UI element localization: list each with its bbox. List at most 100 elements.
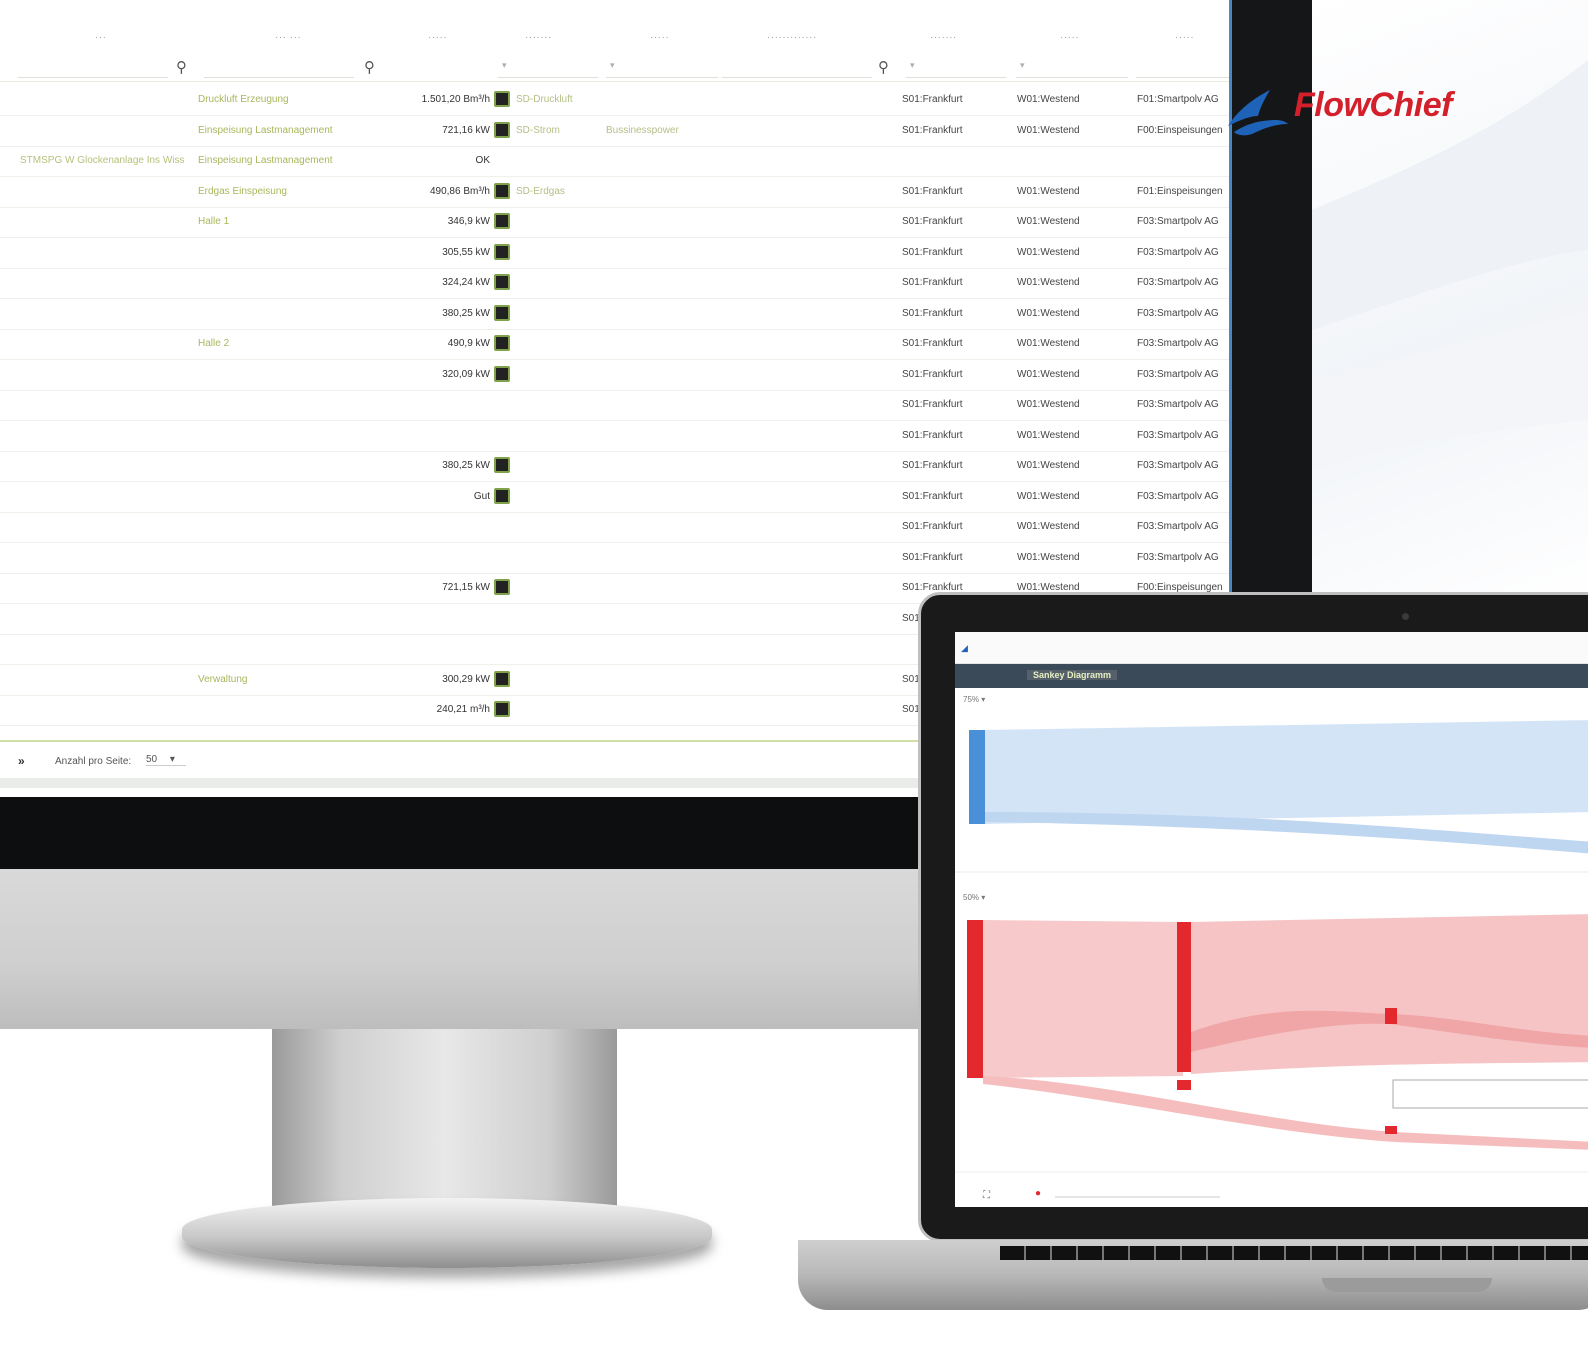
search-icon[interactable]: ⚲ <box>878 58 889 76</box>
row-company: F03:Smartpolv AG <box>1137 551 1219 563</box>
table-row[interactable]: Halle 1 346,9 kW S01:Frankfurt W01:Westend F… <box>0 208 1229 238</box>
sankey-node-blue[interactable] <box>969 730 985 824</box>
filter-select-company[interactable] <box>1136 60 1229 78</box>
sankey-node-red[interactable] <box>1177 1080 1191 1090</box>
row-value: 300,29 kW <box>442 673 490 685</box>
table-row[interactable]: S01:Frankfurt W01:Westend F03:Smartpolv AG <box>0 391 1229 421</box>
row-location: S01:Frankfurt <box>902 521 963 532</box>
table-row[interactable]: STMSPG W Glockenanlage Ins Wiss Einspeisu… <box>0 147 1229 177</box>
row-location: S01:Frankfurt <box>902 307 963 319</box>
filter-input-name[interactable] <box>204 60 354 78</box>
row-location: S01:Frankfurt <box>902 246 963 258</box>
row-area: W01:Westend <box>1017 490 1080 502</box>
next-page-icon[interactable]: » <box>18 754 25 768</box>
table-row[interactable]: Druckluft Erzeugung 1.501,20 Bm³/h SD-Druc… <box>0 86 1229 116</box>
row-value: 721,15 kW <box>442 582 490 593</box>
search-icon[interactable]: ⚲ <box>176 58 187 76</box>
device-icon <box>494 579 510 595</box>
filter-select-device[interactable]: ▾ <box>498 60 598 78</box>
search-icon[interactable]: ⚲ <box>364 58 375 76</box>
column-header[interactable]: ····· <box>1175 32 1194 43</box>
row-name[interactable]: Einspeisung Lastmanagement <box>198 155 333 166</box>
device-icon <box>494 670 510 687</box>
row-company: F03:Smartpolv AG <box>1137 399 1219 410</box>
column-header[interactable]: ··· <box>95 32 107 43</box>
laptop-keyboard <box>1000 1246 1588 1260</box>
device-icon <box>494 213 510 229</box>
filter-select-area[interactable]: ▾ <box>1016 60 1128 78</box>
row-value: 490,9 kW <box>447 338 490 349</box>
page-size-select[interactable]: 50 ▾ <box>146 754 186 766</box>
sankey-node-red[interactable] <box>1177 922 1191 1072</box>
page-size-value: 50 <box>146 754 158 765</box>
row-location: S01:Frankfurt <box>902 460 963 471</box>
row-area: W01:Westend <box>1017 551 1080 563</box>
table-row[interactable]: 305,55 kW S01:Frankfurt W01:Westend F03:Sma… <box>0 239 1229 269</box>
table-row[interactable]: Einspeisung Lastmanagement 721,16 kW SD-St… <box>0 117 1229 147</box>
row-location: S01:Frankfurt <box>902 490 963 502</box>
sankey-node-red[interactable] <box>1385 1008 1397 1024</box>
filter-row: ⚲ ⚲ ▾ ▾ ⚲ ▾ ▾ <box>0 56 1229 82</box>
row-location: S01:Frankfurt <box>902 399 963 410</box>
table-row[interactable]: 320,09 kW S01:Frankfurt W01:Westend F03:Sma… <box>0 361 1229 391</box>
laptop-tab-bar: Sankey Diagramm <box>955 664 1588 688</box>
row-device[interactable]: SD-Erdgas <box>516 186 565 197</box>
row-company: F03:Smartpolv AG <box>1137 277 1219 288</box>
table-row[interactable]: S01:Frankfurt W01:Westend F03:Smartpolv AG <box>0 513 1229 543</box>
column-header[interactable]: ······· <box>930 32 957 43</box>
row-company: F00:Einspeisungen <box>1137 124 1223 136</box>
sankey-node-red[interactable] <box>1385 1126 1397 1134</box>
column-header[interactable]: ··· ··· <box>275 32 301 43</box>
laptop-camera <box>1402 613 1409 620</box>
row-company: F03:Smartpolv AG <box>1137 246 1219 258</box>
sankey-node-red[interactable] <box>967 920 983 1078</box>
device-icon <box>494 335 510 351</box>
row-name[interactable]: Einspeisung Lastmanagement <box>198 125 333 136</box>
table-row[interactable]: 380,25 kW S01:Frankfurt W01:Westend F03:Sma… <box>0 300 1229 330</box>
row-area: W01:Westend <box>1017 399 1080 410</box>
row-area: W01:Westend <box>1017 246 1080 258</box>
column-header[interactable]: ············· <box>767 32 817 43</box>
row-area: W01:Westend <box>1017 429 1080 441</box>
fit-screen-icon[interactable]: ⛶ <box>982 1190 991 1201</box>
annotation-icon[interactable]: ● <box>1035 1188 1041 1199</box>
row-value: 380,25 kW <box>442 307 490 319</box>
row-area: W01:Westend <box>1017 185 1080 197</box>
table-row[interactable]: S01:Frankfurt W01:Westend F03:Smartpolv AG <box>0 422 1229 452</box>
row-value: Gut <box>473 490 490 502</box>
table-row[interactable]: S01:Frankfurt W01:Westend F03:Smartpolv AG <box>0 544 1229 574</box>
table-row[interactable]: 324,24 kW S01:Frankfurt W01:Westend F03:Sma… <box>0 269 1229 299</box>
column-header[interactable]: ······· <box>525 32 552 43</box>
table-row[interactable]: Erdgas Einspeisung 490,86 Bm³/h SD-Erdgas S… <box>0 178 1229 208</box>
device-icon <box>494 91 510 107</box>
row-name[interactable]: Druckluft Erzeugung <box>198 94 289 105</box>
column-header[interactable]: ····· <box>650 32 669 43</box>
row-name[interactable]: Verwaltung <box>198 674 247 685</box>
filter-select-type[interactable]: ▾ <box>606 60 718 78</box>
tab-sankey[interactable]: Sankey Diagramm <box>1027 670 1118 680</box>
filter-select-location[interactable]: ▾ <box>906 60 1006 78</box>
row-type[interactable]: Bussinesspower <box>606 125 679 136</box>
column-header[interactable]: ····· <box>428 32 447 43</box>
row-name[interactable]: Halle 1 <box>198 216 229 227</box>
row-value: 721,16 kW <box>442 124 490 136</box>
row-id: STMSPG W Glockenanlage Ins Wiss <box>20 155 185 166</box>
row-value: 324,24 kW <box>442 277 490 288</box>
sankey-diagram: 50% ▾ ⛶ ● <box>955 720 1588 1201</box>
table-row[interactable]: Gut S01:Frankfurt W01:Westend F03:Smartpolv… <box>0 483 1229 513</box>
filter-input-id[interactable] <box>18 60 168 78</box>
filter-input-process[interactable] <box>722 60 872 78</box>
row-value: 320,09 kW <box>442 368 490 380</box>
row-name[interactable]: Halle 2 <box>198 338 229 349</box>
table-row[interactable]: 380,25 kW S01:Frankfurt W01:Westend F03:Sma… <box>0 452 1229 482</box>
row-area: W01:Westend <box>1017 307 1080 319</box>
row-device[interactable]: SD-Druckluft <box>516 94 573 105</box>
row-value: 240,21 m³/h <box>436 704 490 715</box>
chevron-down-icon: ▾ <box>169 754 175 765</box>
zoom-select-bottom[interactable]: 50% ▾ <box>963 893 985 902</box>
row-name[interactable]: Erdgas Einspeisung <box>198 186 287 197</box>
row-device[interactable]: SD-Strom <box>516 125 560 136</box>
table-row[interactable]: Halle 2 490,9 kW S01:Frankfurt W01:Westend F… <box>0 330 1229 360</box>
column-header[interactable]: ····· <box>1060 32 1079 43</box>
row-value: 490,86 Bm³/h <box>429 185 490 197</box>
